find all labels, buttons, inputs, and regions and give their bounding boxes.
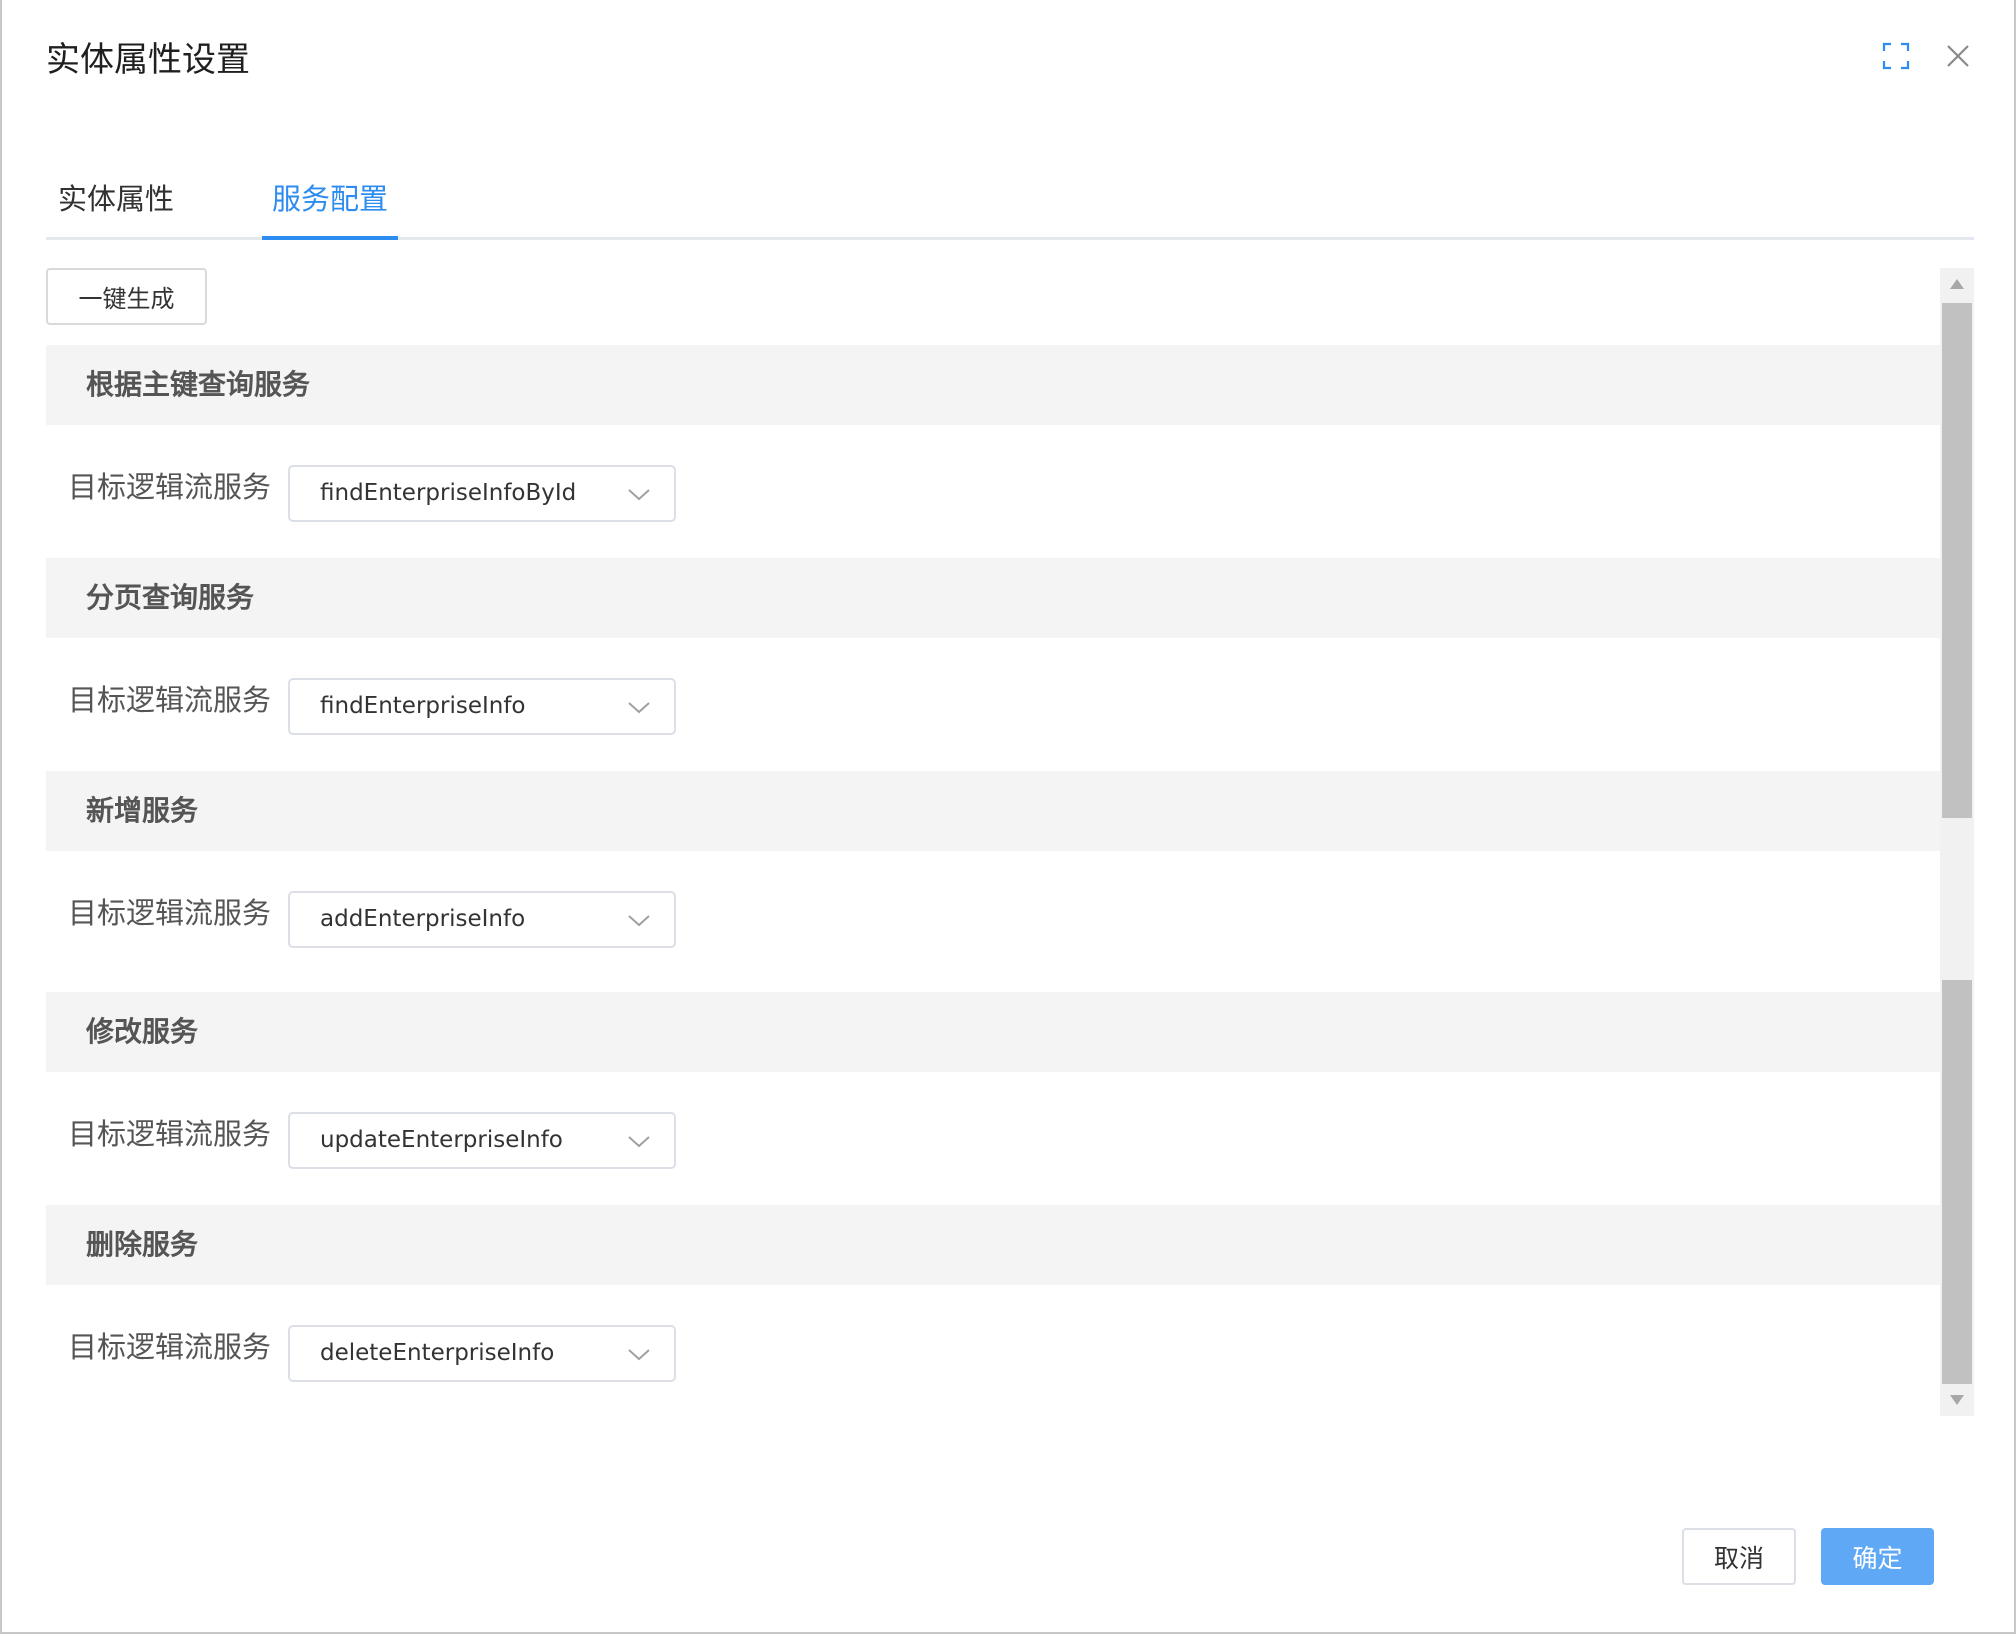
field-label: 目标逻辑流服务 (68, 683, 272, 717)
section-header-find-by-id: 根据主键查询服务 (46, 345, 1940, 425)
fullscreen-icon[interactable] (1876, 36, 1916, 76)
select-value: findEnterpriseInfo (320, 693, 526, 719)
target-service-select-update[interactable]: updateEnterpriseInfo (288, 1112, 676, 1169)
select-value: deleteEnterpriseInfo (320, 1340, 555, 1366)
section-header-update: 修改服务 (46, 992, 1940, 1072)
chevron-down-icon (628, 489, 650, 501)
section-header-paged-query: 分页查询服务 (46, 558, 1940, 638)
field-label: 目标逻辑流服务 (68, 470, 272, 504)
tab-entity-attributes[interactable]: 实体属性 (58, 170, 188, 240)
select-value: updateEnterpriseInfo (320, 1127, 563, 1153)
confirm-button[interactable]: 确定 (1821, 1528, 1934, 1585)
vertical-scrollbar[interactable] (1940, 268, 1974, 1416)
target-service-select-paged-query[interactable]: findEnterpriseInfo (288, 678, 676, 735)
field-label: 目标逻辑流服务 (68, 896, 272, 930)
chevron-down-icon (628, 1136, 650, 1148)
tab-service-config[interactable]: 服务配置 (262, 170, 398, 240)
active-tab-indicator (262, 236, 398, 240)
scroll-up-arrow-icon[interactable] (1940, 268, 1974, 300)
chevron-down-icon (628, 1349, 650, 1361)
cancel-button[interactable]: 取消 (1682, 1528, 1796, 1585)
chevron-down-icon (628, 915, 650, 927)
scrollbar-thumb[interactable] (1942, 303, 1972, 818)
target-service-select-find-by-id[interactable]: findEnterpriseInfoById (288, 465, 676, 522)
dialog-title: 实体属性设置 (46, 40, 250, 80)
target-service-select-delete[interactable]: deleteEnterpriseInfo (288, 1325, 676, 1382)
entity-settings-dialog: 实体属性设置 实体属性 服务配置 一键生成 根据主键查询服务 目标逻辑流服务 f… (0, 0, 2016, 1634)
field-label: 目标逻辑流服务 (68, 1117, 272, 1151)
field-label: 目标逻辑流服务 (68, 1330, 272, 1364)
section-header-delete: 删除服务 (46, 1205, 1940, 1285)
service-config-panel: 一键生成 根据主键查询服务 目标逻辑流服务 findEnterpriseInfo… (46, 268, 1974, 1416)
scrollbar-thumb-lower[interactable] (1942, 980, 1972, 1384)
target-service-select-add[interactable]: addEnterpriseInfo (288, 891, 676, 948)
scroll-down-arrow-icon[interactable] (1940, 1384, 1974, 1416)
generate-button[interactable]: 一键生成 (46, 268, 207, 325)
chevron-down-icon (628, 702, 650, 714)
section-header-add: 新增服务 (46, 771, 1940, 851)
select-value: findEnterpriseInfoById (320, 480, 577, 506)
select-value: addEnterpriseInfo (320, 906, 526, 932)
tab-bar: 实体属性 服务配置 (46, 170, 1974, 240)
close-icon[interactable] (1938, 36, 1978, 76)
